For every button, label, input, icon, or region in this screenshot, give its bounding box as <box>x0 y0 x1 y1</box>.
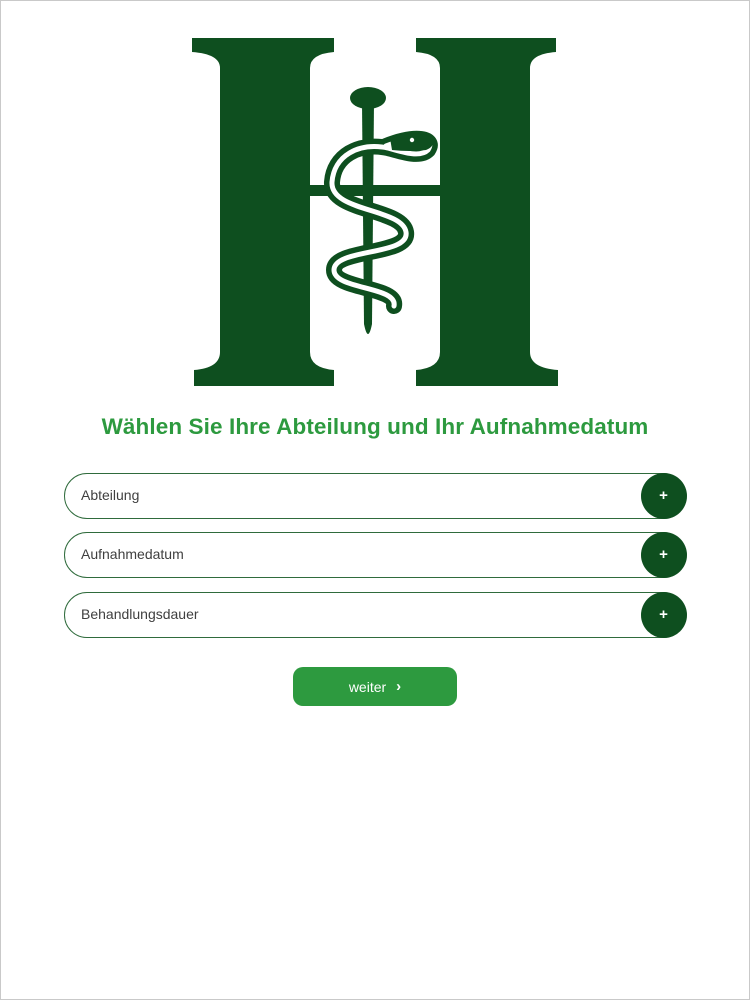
next-button[interactable]: weiter › <box>293 667 457 706</box>
department-label: Abteilung <box>81 487 140 503</box>
chevron-right-icon: › <box>396 678 402 695</box>
plus-icon[interactable]: + <box>640 531 687 578</box>
admission-date-field[interactable]: Aufnahmedatum + <box>64 531 687 578</box>
plus-icon[interactable]: + <box>640 472 687 519</box>
next-button-label: weiter <box>348 678 387 695</box>
hospital-logo <box>188 34 562 390</box>
rod-of-asclepius-h-logo-icon <box>192 38 558 386</box>
page-title: Wählen Sie Ihre Abteilung und Ihr Aufnah… <box>101 414 649 439</box>
treatment-duration-field[interactable]: Behandlungsdauer + <box>64 591 687 638</box>
treatment-duration-label: Behandlungsdauer <box>81 606 199 622</box>
admission-date-label: Aufnahmedatum <box>81 546 184 562</box>
department-field[interactable]: Abteilung + <box>64 472 687 519</box>
plus-icon[interactable]: + <box>640 591 687 638</box>
